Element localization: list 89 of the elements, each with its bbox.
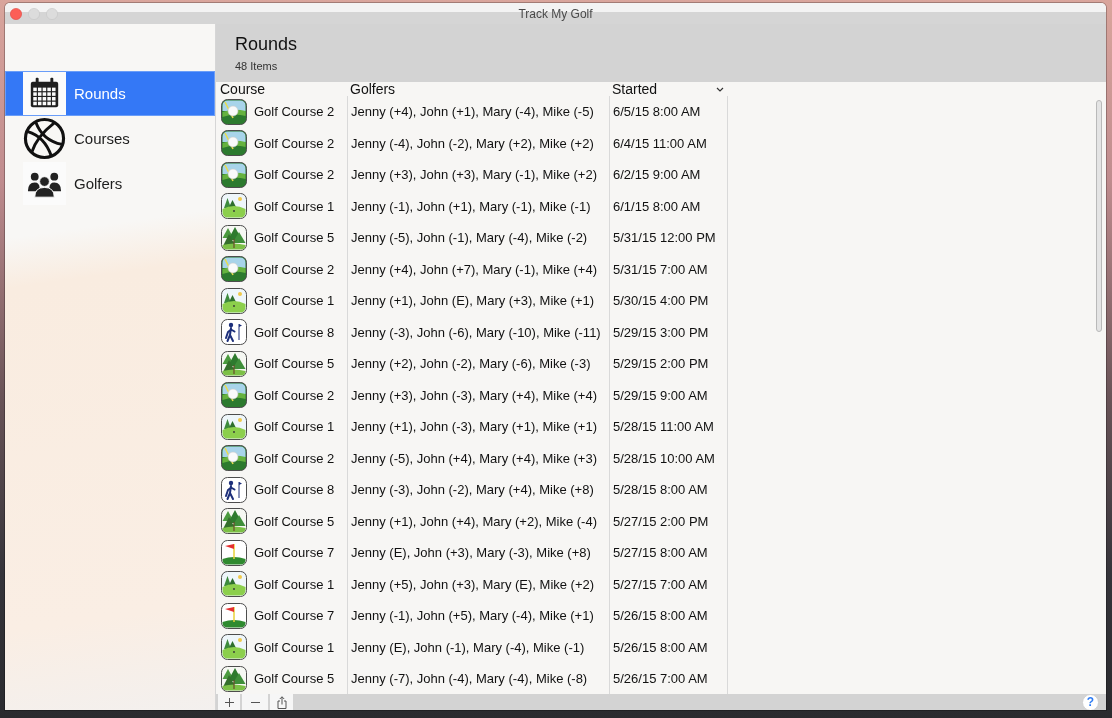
golfer-scores: Jenny (E), John (+3), Mary (-3), Mike (+8) bbox=[348, 537, 610, 569]
course-name: Golf Course 2 bbox=[254, 450, 335, 466]
course-name: Golf Course 7 bbox=[254, 608, 335, 624]
course-name: Golf Course 5 bbox=[254, 671, 335, 687]
golfer-scores: Jenny (-1), John (+5), Mary (-4), Mike (+1) bbox=[348, 600, 610, 632]
share-icon bbox=[276, 695, 287, 709]
start-time: 6/5/15 8:00 AM bbox=[610, 96, 728, 128]
item-count: 48 Items bbox=[235, 60, 278, 73]
golfer-scores: Jenny (-4), John (-2), Mary (+2), Mike (+2) bbox=[348, 127, 610, 159]
share-button[interactable] bbox=[270, 694, 293, 710]
scrollbar-thumb[interactable] bbox=[1096, 100, 1102, 332]
course-name: Golf Course 1 bbox=[254, 639, 335, 655]
course-name: Golf Course 2 bbox=[254, 261, 335, 277]
course-name: Golf Course 5 bbox=[254, 513, 335, 529]
golfer-icon bbox=[221, 319, 247, 346]
flag-icon bbox=[221, 602, 247, 629]
course-name: Golf Course 7 bbox=[254, 545, 335, 561]
start-time: 6/2/15 9:00 AM bbox=[610, 159, 728, 191]
hill-with-trees-icon bbox=[221, 413, 247, 440]
golfer-scores: Jenny (-5), John (-1), Mary (-4), Mike (-2) bbox=[348, 222, 610, 254]
course-name: Golf Course 8 bbox=[254, 324, 335, 340]
start-time: 5/27/15 7:00 AM bbox=[610, 568, 728, 600]
course-name: Golf Course 2 bbox=[254, 104, 335, 120]
people-icon bbox=[23, 162, 66, 205]
sidebar-item[interactable]: Courses bbox=[5, 116, 215, 161]
course-name: Golf Course 5 bbox=[254, 230, 335, 246]
start-time: 5/27/15 2:00 PM bbox=[610, 505, 728, 537]
golfer-scores: Jenny (-3), John (-2), Mary (+4), Mike (+8) bbox=[348, 474, 610, 506]
golfer-scores: Jenny (+4), John (+1), Mary (-4), Mike (-5) bbox=[348, 96, 610, 128]
sidebar-item[interactable]: Rounds bbox=[5, 71, 215, 116]
column-header[interactable]: Started bbox=[610, 82, 728, 96]
golfer-scores: Jenny (-5), John (+4), Mary (+4), Mike (+3) bbox=[348, 442, 610, 474]
golfer-scores: Jenny (+2), John (-2), Mary (-6), Mike (-3) bbox=[348, 348, 610, 380]
start-time: 5/27/15 8:00 AM bbox=[610, 537, 728, 569]
column-header[interactable]: Course bbox=[218, 82, 348, 96]
golfer-scores: Jenny (+1), John (E), Mary (+3), Mike (+1) bbox=[348, 285, 610, 317]
course-name: Golf Course 8 bbox=[254, 482, 335, 498]
golfer-scores: Jenny (+1), John (-3), Mary (+1), Mike (+1) bbox=[348, 411, 610, 443]
window-title: Track My Golf bbox=[518, 6, 593, 21]
golfer-scores: Jenny (+3), John (-3), Mary (+4), Mike (+4) bbox=[348, 379, 610, 411]
minimize-button[interactable] bbox=[28, 7, 40, 20]
course-name: Golf Course 1 bbox=[254, 198, 335, 214]
minus-icon bbox=[250, 701, 260, 703]
zoom-button[interactable] bbox=[46, 7, 58, 20]
trees-icon bbox=[221, 224, 247, 251]
add-button[interactable] bbox=[218, 694, 240, 710]
calendar-icon bbox=[23, 72, 66, 115]
course-name: Golf Course 1 bbox=[254, 293, 335, 309]
golfer-scores: Jenny (+5), John (+3), Mary (E), Mike (+2) bbox=[348, 568, 610, 600]
course-name: Golf Course 2 bbox=[254, 387, 335, 403]
hill-with-trees-icon bbox=[221, 634, 247, 661]
course-name: Golf Course 5 bbox=[254, 356, 335, 372]
start-time: 5/30/15 4:00 PM bbox=[610, 285, 728, 317]
hill-with-trees-icon bbox=[221, 193, 247, 220]
start-time: 6/1/15 8:00 AM bbox=[610, 190, 728, 222]
hill-with-trees-icon bbox=[221, 571, 247, 598]
sidebar-item[interactable]: Golfers bbox=[5, 161, 215, 206]
start-time: 5/28/15 10:00 AM bbox=[610, 442, 728, 474]
start-time: 5/31/15 7:00 AM bbox=[610, 253, 728, 285]
hill-with-trees-icon bbox=[221, 287, 247, 314]
course-name: Golf Course 2 bbox=[254, 167, 335, 183]
golfer-scores: Jenny (+1), John (+4), Mary (+2), Mike (-4) bbox=[348, 505, 610, 537]
course-name: Golf Course 2 bbox=[254, 135, 335, 151]
course-name: Golf Course 1 bbox=[254, 576, 335, 592]
golfer-scores: Jenny (E), John (-1), Mary (-4), Mike (-1) bbox=[348, 631, 610, 663]
sort-caret-icon bbox=[716, 86, 724, 92]
start-time: 5/31/15 12:00 PM bbox=[610, 222, 728, 254]
flag-icon bbox=[221, 539, 247, 566]
start-time: 5/26/15 8:00 AM bbox=[610, 631, 728, 663]
trees-icon bbox=[221, 508, 247, 535]
plus-icon bbox=[224, 697, 234, 707]
course-name: Golf Course 1 bbox=[254, 419, 335, 435]
column-header[interactable]: Golfers bbox=[348, 82, 610, 96]
golfer-scores: Jenny (-3), John (-6), Mary (-10), Mike (-11) bbox=[348, 316, 610, 348]
page-title: Rounds bbox=[235, 33, 298, 55]
start-time: 5/29/15 9:00 AM bbox=[610, 379, 728, 411]
globe-icon bbox=[23, 117, 66, 160]
start-time: 5/28/15 8:00 AM bbox=[610, 474, 728, 506]
start-time: 5/29/15 3:00 PM bbox=[610, 316, 728, 348]
start-time: 5/28/15 11:00 AM bbox=[610, 411, 728, 443]
golfer-scores: Jenny (+4), John (+7), Mary (-1), Mike (+4) bbox=[348, 253, 610, 285]
golfer-scores: Jenny (-1), John (+1), Mary (-1), Mike (-1) bbox=[348, 190, 610, 222]
close-button[interactable] bbox=[10, 7, 22, 20]
golfer-icon bbox=[221, 476, 247, 503]
start-time: 5/29/15 2:00 PM bbox=[610, 348, 728, 380]
start-time: 6/4/15 11:00 AM bbox=[610, 127, 728, 159]
start-time: 5/26/15 8:00 AM bbox=[610, 600, 728, 632]
golfer-scores: Jenny (+3), John (+3), Mary (-1), Mike (+2) bbox=[348, 159, 610, 191]
trees-icon bbox=[221, 350, 247, 377]
